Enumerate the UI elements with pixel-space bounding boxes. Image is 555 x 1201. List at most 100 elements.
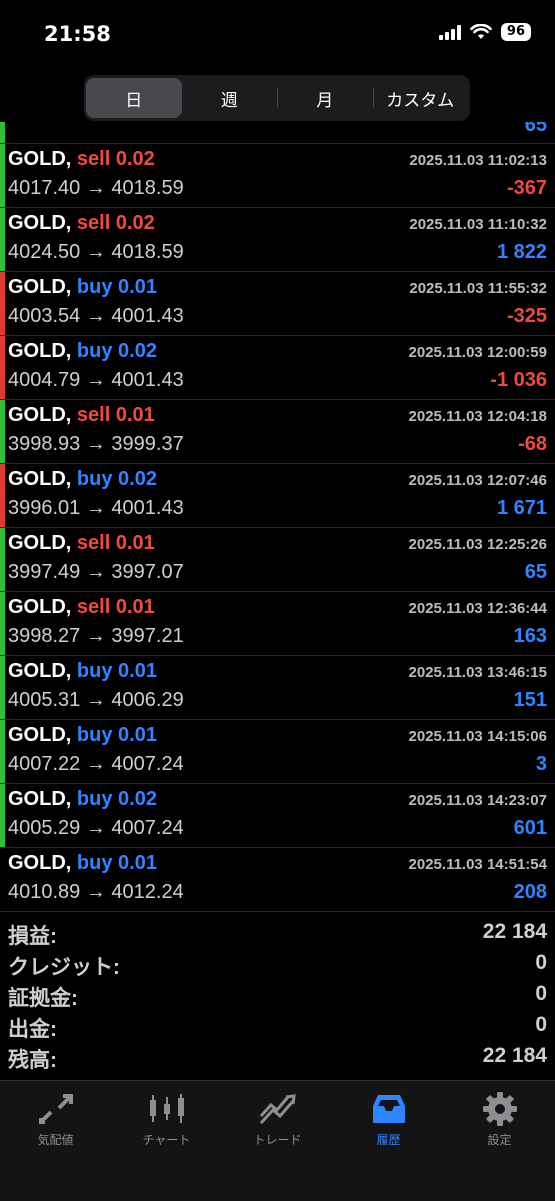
profit-value: 601: [513, 817, 547, 839]
side: sell: [76, 596, 111, 618]
direction-bar: [0, 720, 5, 783]
list-item-partial[interactable]: 65: [0, 122, 555, 144]
close-price: 4007.24: [111, 817, 184, 839]
profit-value: 1 671: [496, 497, 547, 519]
volume: 0.02: [118, 788, 157, 810]
tab-day[interactable]: 日: [86, 78, 182, 118]
symbol: GOLD,: [8, 788, 72, 810]
price-range: 3998.27 → 3997.21: [8, 625, 184, 648]
deal-time: 2025.11.03 14:15:06: [408, 728, 547, 745]
arrow-icon: →: [85, 369, 106, 391]
tab-label: チャート: [142, 1133, 191, 1147]
deal-time: 2025.11.03 12:00:59: [408, 344, 547, 361]
profit-value: 1 822: [496, 241, 547, 263]
deal-title: GOLD, sell 0.02: [8, 212, 155, 235]
direction-bar: [0, 272, 5, 335]
list-item[interactable]: GOLD, sell 0.01 3997.49 → 3997.07 2025.11.…: [0, 528, 555, 592]
volume: 0.01: [118, 660, 157, 682]
summary-row: クレジット: 0: [0, 949, 555, 980]
profit-value: -68: [518, 433, 547, 455]
deal-title: GOLD, sell 0.01: [8, 596, 155, 619]
open-price: 4005.31: [8, 689, 81, 711]
battery-indicator: 96: [500, 23, 531, 41]
tab-settings[interactable]: 設定: [444, 1091, 555, 1148]
deal-title: GOLD, buy 0.01: [8, 276, 157, 299]
tab-custom[interactable]: カスタム: [372, 78, 469, 118]
gear-icon: [482, 1092, 517, 1126]
side: sell: [76, 148, 111, 170]
symbol: GOLD,: [8, 340, 72, 362]
list-item[interactable]: GOLD, buy 0.02 3996.01 → 4001.43 2025.11.0…: [0, 464, 555, 528]
status-bar: 21:58 96: [0, 0, 555, 70]
history-icon: [372, 1095, 405, 1123]
close-price: 4001.43: [111, 497, 184, 519]
list-item[interactable]: GOLD, buy 0.01 4005.31 → 4006.29 2025.11.0…: [0, 656, 555, 720]
open-price: 4010.89: [8, 881, 81, 903]
price-range: 4005.31 → 4006.29: [8, 689, 184, 712]
tab-trade[interactable]: トレード: [222, 1091, 333, 1148]
deal-time: 2025.11.03 11:10:32: [409, 216, 547, 233]
list-item[interactable]: GOLD, sell 0.02 4017.40 → 4018.59 2025.11.…: [0, 144, 555, 208]
summary-row: 残高: 22 184: [0, 1042, 555, 1073]
arrow-icon: →: [85, 817, 106, 839]
list-item[interactable]: GOLD, sell 0.01 3998.27 → 3997.21 2025.11.…: [0, 592, 555, 656]
tab-history[interactable]: 履歴: [333, 1091, 444, 1148]
tab-quotes[interactable]: 気配値: [0, 1091, 111, 1148]
list-item[interactable]: GOLD, buy 0.01 4010.89 → 4012.24 2025.11.0…: [0, 848, 555, 912]
summary-label: 損益:: [8, 925, 57, 948]
price-range: 3996.01 → 4001.43: [8, 497, 184, 520]
list-item[interactable]: GOLD, buy 0.02 4005.29 → 4007.24 2025.11.0…: [0, 784, 555, 848]
profit-value: 65: [524, 561, 547, 583]
arrow-icon: →: [85, 689, 106, 711]
period-selector: 日 週 月 カスタム: [84, 75, 470, 121]
arrow-icon: →: [85, 497, 106, 519]
trade-icon: [259, 1094, 296, 1125]
price-range: 4005.29 → 4007.24: [8, 817, 184, 840]
deal-time: 2025.11.03 13:46:15: [408, 664, 547, 681]
symbol: GOLD,: [8, 468, 72, 490]
direction-bar: [0, 592, 5, 655]
tab-chart[interactable]: チャート: [111, 1091, 222, 1148]
direction-bar: [0, 656, 5, 719]
deal-time: 2025.11.03 14:51:54: [408, 856, 547, 873]
price-range: 4003.54 → 4001.43: [8, 305, 184, 328]
list-item[interactable]: GOLD, sell 0.02 4024.50 → 4018.59 2025.11.…: [0, 208, 555, 272]
direction-bar: [0, 336, 5, 399]
list-item[interactable]: GOLD, buy 0.02 4004.79 → 4001.43 2025.11.0…: [0, 336, 555, 400]
profit-value: -367: [506, 177, 547, 199]
tab-month[interactable]: 月: [277, 78, 373, 118]
symbol: GOLD,: [8, 660, 72, 682]
side: buy: [76, 724, 113, 746]
close-price: 4018.59: [111, 241, 184, 263]
close-price: 4007.24: [111, 753, 184, 775]
volume: 0.02: [115, 212, 155, 234]
deal-title: GOLD, sell 0.01: [8, 532, 155, 555]
deal-title: GOLD, sell 0.01: [8, 404, 155, 427]
direction-bar: [0, 122, 5, 143]
close-price: 3997.07: [111, 561, 184, 583]
summary-label: 証拠金:: [8, 987, 78, 1010]
open-price: 4003.54: [8, 305, 81, 327]
deal-time: 2025.11.03 11:02:13: [409, 152, 547, 169]
status-icons: 96: [438, 23, 531, 41]
volume: 0.01: [115, 532, 155, 554]
summary-value: 0: [535, 951, 547, 974]
arrow-icon: →: [85, 305, 106, 327]
profit-value: 65: [524, 122, 547, 136]
symbol: GOLD,: [8, 212, 72, 234]
tab-label: 気配値: [37, 1133, 74, 1147]
price-range: 4024.50 → 4018.59: [8, 241, 184, 264]
volume: 0.02: [118, 340, 157, 362]
list-item[interactable]: GOLD, sell 0.01 3998.93 → 3999.37 2025.11.…: [0, 400, 555, 464]
deal-title: GOLD, buy 0.02: [8, 340, 157, 363]
list-item[interactable]: GOLD, buy 0.01 4003.54 → 4001.43 2025.11.0…: [0, 272, 555, 336]
list-item[interactable]: GOLD, buy 0.01 4007.22 → 4007.24 2025.11.0…: [0, 720, 555, 784]
close-price: 4012.24: [111, 881, 184, 903]
volume: 0.02: [118, 468, 157, 490]
clock: 21:58: [44, 22, 111, 46]
price-range: 3998.93 → 3999.37: [8, 433, 184, 456]
close-price: 4006.29: [111, 689, 184, 711]
volume: 0.01: [118, 724, 157, 746]
tab-week[interactable]: 週: [182, 78, 278, 118]
volume: 0.02: [115, 148, 155, 170]
